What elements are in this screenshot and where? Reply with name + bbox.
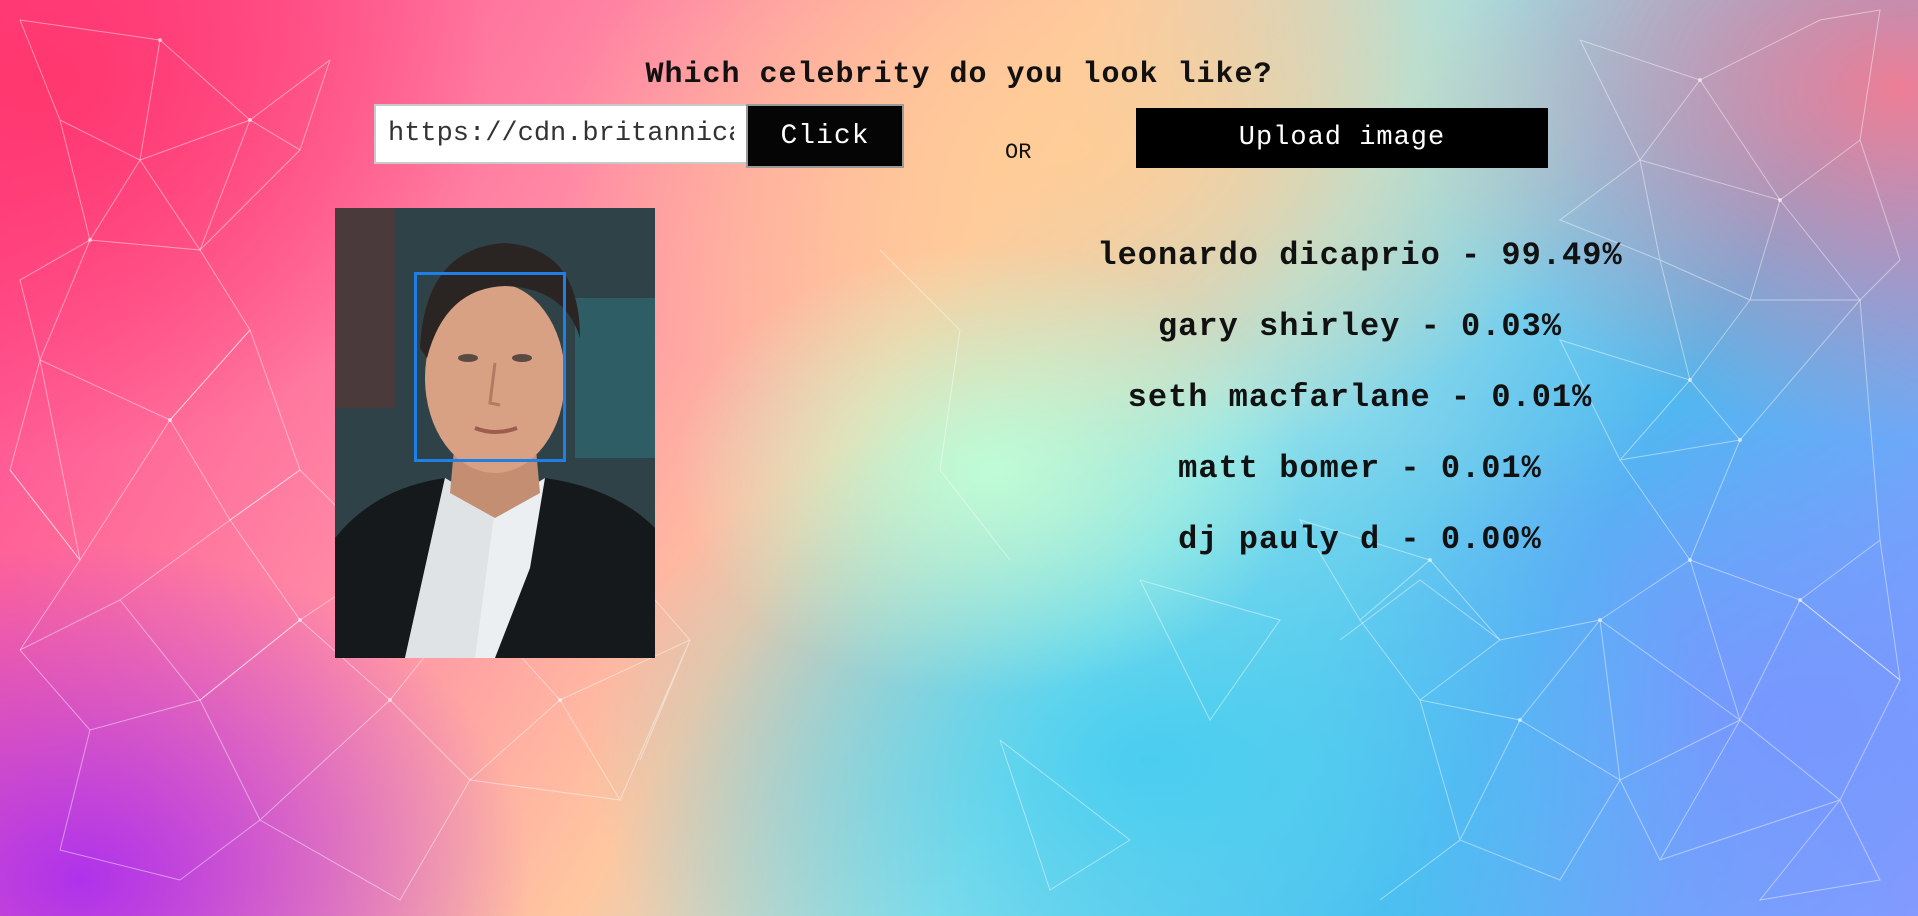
submit-url-button[interactable]: Click (746, 104, 904, 168)
face-detection-box (414, 272, 566, 462)
or-divider-label: OR (1005, 140, 1032, 165)
result-item: dj pauly d - 0.00% (1178, 521, 1542, 558)
url-form: Click (374, 104, 904, 168)
result-item: gary shirley - 0.03% (1157, 308, 1563, 345)
result-item: leonardo dicaprio - 99.49% (1097, 237, 1623, 274)
result-item: matt bomer - 0.01% (1178, 450, 1542, 487)
image-url-input[interactable] (374, 104, 746, 164)
page-title: Which celebrity do you look like? (645, 58, 1273, 93)
upload-image-button[interactable]: Upload image (1136, 108, 1548, 168)
uploaded-photo (335, 208, 655, 658)
prediction-results: leonardo dicaprio - 99.49% gary shirley … (960, 232, 1760, 587)
result-item: seth macfarlane - 0.01% (1127, 379, 1593, 416)
